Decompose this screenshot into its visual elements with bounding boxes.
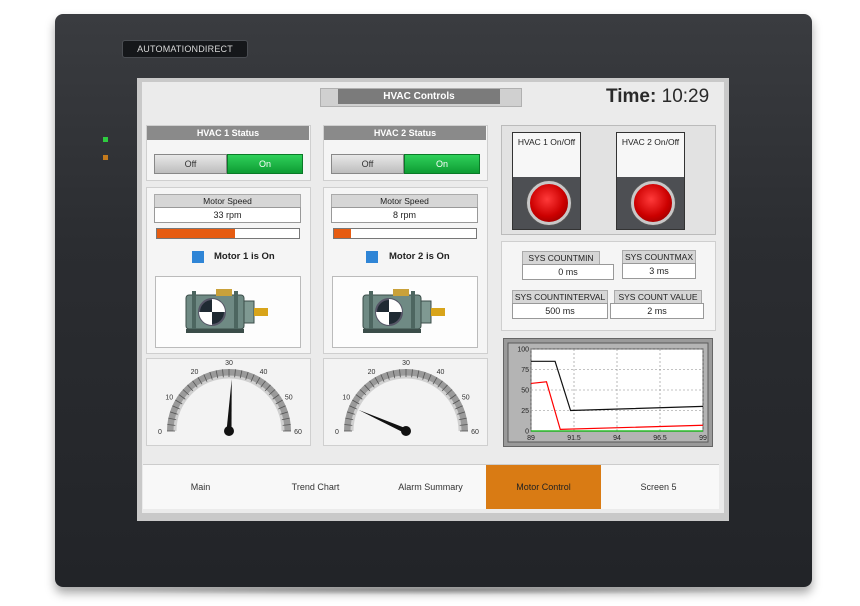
status-led (103, 155, 108, 160)
nav-alarm-summary[interactable]: Alarm Summary (373, 465, 488, 509)
hvac2-pushbutton-label: HVAC 2 On/Off (617, 133, 684, 177)
motor1-gauge: 0 10 20 30 40 50 60 (158, 360, 302, 436)
count-value-label: SYS COUNT VALUE (614, 290, 702, 304)
trend-x-tick-label: 94 (613, 435, 621, 442)
motor1-gauge-tick-label: 40 (260, 369, 268, 376)
hvac2-on-button[interactable]: On (404, 154, 480, 174)
hvac2-onoff-button[interactable] (631, 181, 675, 225)
motor2-indicator-text: Motor 2 is On (389, 251, 450, 262)
count-interval-label: SYS COUNTINTERVAL (512, 290, 608, 304)
motor1-indicator (192, 251, 204, 263)
motor1-gauge-hub (224, 426, 234, 436)
motor2-gauge-tick-label: 50 (462, 395, 470, 402)
motor2-gauge-tick-label: 30 (402, 360, 410, 367)
hvac2-pushbutton-card: HVAC 2 On/Off (616, 132, 685, 230)
hvac2-status-title: HVAC 2 Status (324, 126, 486, 140)
trend-y-tick-label: 75 (521, 367, 529, 374)
motor2-gauge-arc (344, 369, 468, 432)
motor1-speed-label: Motor Speed (154, 194, 301, 208)
motor2-gauge-tick-label: 60 (471, 429, 479, 436)
page-title: HVAC Controls (338, 89, 500, 104)
motor1-indicator-text: Motor 1 is On (214, 251, 275, 262)
motor2-gauge-needle (358, 409, 408, 434)
nav-motor-control[interactable]: Motor Control (486, 465, 601, 509)
motor2-gauge-tick-label: 10 (342, 395, 350, 402)
hvac1-status-title: HVAC 1 Status (147, 126, 309, 140)
trend-y-tick-label: 100 (517, 347, 529, 354)
motor2-speed-value: 8 rpm (331, 207, 478, 223)
hvac1-off-button[interactable]: Off (154, 154, 227, 174)
motor2-gauge-hub (401, 426, 411, 436)
motor1-gauge-tick-label: 0 (158, 429, 162, 436)
motor2-speed-label: Motor Speed (331, 194, 478, 208)
motor1-gauge-tick-label: 50 (285, 395, 293, 402)
motor2-gauge-tick-label: 40 (437, 369, 445, 376)
clock: Time: 10:29 (606, 86, 709, 108)
trend-x-tick-label: 91.5 (567, 435, 581, 442)
motor1-gauge-needle (226, 379, 232, 432)
power-led (103, 137, 108, 142)
count-max-value: 3 ms (622, 263, 696, 279)
nav-screen-5[interactable]: Screen 5 (601, 465, 716, 509)
motor1-image (155, 276, 301, 348)
motor2-indicator (366, 251, 378, 263)
nav-trend-chart[interactable]: Trend Chart (258, 465, 373, 509)
motor2-gauge-tick-label: 20 (368, 369, 376, 376)
hvac1-on-button[interactable]: On (227, 154, 303, 174)
time-label: Time: (606, 86, 657, 107)
count-interval-value: 500 ms (512, 303, 608, 319)
hvac1-onoff-button[interactable] (527, 181, 571, 225)
brand-logo: AUTOMATIONDIRECT (122, 40, 248, 58)
time-value: 10:29 (661, 86, 710, 107)
motor1-gauge-tick-label: 20 (191, 369, 199, 376)
motor1-gauge-tick-label: 30 (225, 360, 233, 367)
count-max-label: SYS COUNTMAX (622, 250, 696, 264)
motor1-gauge-tick-label: 60 (294, 429, 302, 436)
motor1-speed-value: 33 rpm (154, 207, 301, 223)
trend-chart: 89 91.5 94 96.5 99 0 25 50 75 100 (507, 342, 709, 443)
motor1-gauge-panel: 0 10 20 30 40 50 60 (146, 358, 311, 446)
bottom-nav: Main Trend Chart Alarm Summary Motor Con… (143, 464, 719, 509)
motor2-gauge-panel: 0 10 20 30 40 50 60 (323, 358, 488, 446)
trend-y-tick-label: 0 (525, 429, 529, 436)
trend-chart-panel: 89 91.5 94 96.5 99 0 25 50 75 100 (503, 338, 713, 447)
motor2-image (332, 276, 478, 348)
hvac2-off-button[interactable]: Off (331, 154, 404, 174)
motor1-gauge-tick-label: 10 (165, 395, 173, 402)
count-min-label: SYS COUNTMIN (522, 251, 600, 265)
hvac1-pushbutton-label: HVAC 1 On/Off (513, 133, 580, 177)
trend-x-tick-label: 89 (527, 435, 535, 442)
trend-y-tick-label: 50 (521, 388, 529, 395)
motor2-gauge: 0 10 20 30 40 50 60 (335, 360, 479, 436)
motor2-speed-bar-fill (334, 229, 352, 238)
motor2-speed-bar (333, 228, 477, 239)
nav-main[interactable]: Main (143, 465, 258, 509)
trend-x-tick-label: 99 (699, 435, 707, 442)
motor2-gauge-tick-label: 0 (335, 429, 339, 436)
count-value-value: 2 ms (610, 303, 704, 319)
hvac1-pushbutton-card: HVAC 1 On/Off (512, 132, 581, 230)
count-min-value: 0 ms (522, 264, 614, 280)
motor1-speed-bar (156, 228, 300, 239)
trend-x-tick-label: 96.5 (653, 435, 667, 442)
motor1-speed-bar-fill (157, 229, 236, 238)
trend-y-tick-label: 25 (521, 408, 529, 415)
